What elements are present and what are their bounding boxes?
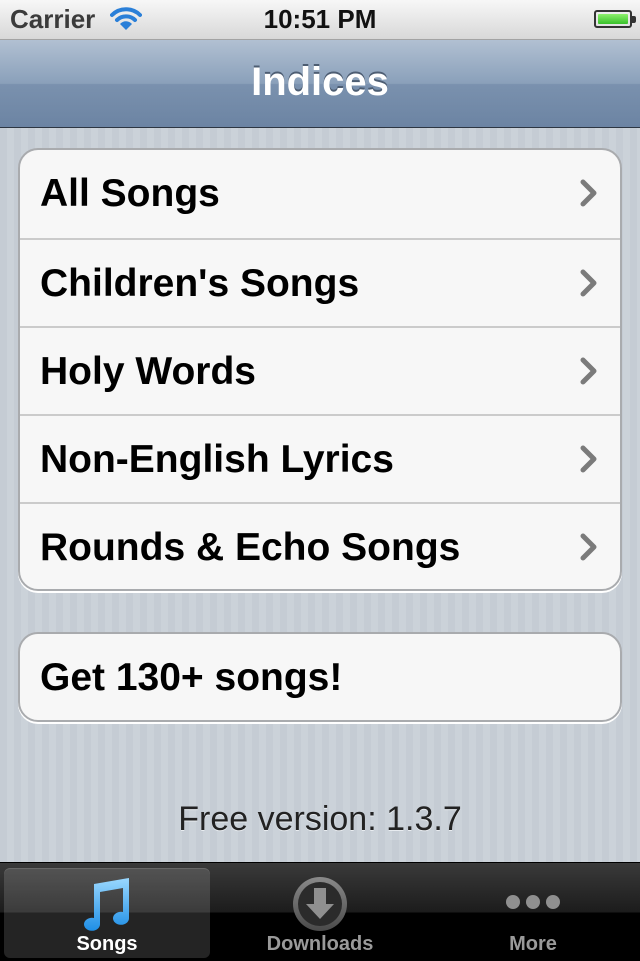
music-note-icon <box>84 878 130 931</box>
version-label: Free version: 1.3.7 <box>178 800 462 838</box>
tab-more[interactable]: More <box>430 868 636 958</box>
list-item-label: All Songs <box>40 172 220 215</box>
tab-bar: Songs Downloads More <box>0 862 640 961</box>
list-item-label: Rounds & Echo Songs <box>40 526 461 569</box>
battery-icon <box>594 10 636 28</box>
get-more-songs-button[interactable]: Get 130+ songs! <box>20 634 620 720</box>
list-item-childrens-songs[interactable]: Children's Songs <box>20 238 620 326</box>
status-bar: Carrier 10:51 PM <box>0 0 640 40</box>
chevron-right-icon <box>580 179 597 207</box>
download-icon <box>293 877 347 931</box>
more-dots-icon <box>506 895 560 909</box>
list-item-holy-words[interactable]: Holy Words <box>20 326 620 414</box>
list-item-label: Children's Songs <box>40 262 360 305</box>
tab-label: More <box>509 933 557 955</box>
page-title: Indices <box>251 60 389 104</box>
chevron-right-icon <box>580 357 597 385</box>
navigation-bar: Indices <box>0 40 640 128</box>
list-item-rounds-echo-songs[interactable]: Rounds & Echo Songs <box>20 502 620 589</box>
tab-label: Downloads <box>266 933 374 955</box>
promo-list: Get 130+ songs! <box>18 632 622 722</box>
list-item-non-english-lyrics[interactable]: Non-English Lyrics <box>20 414 620 502</box>
status-time: 10:51 PM <box>263 4 377 34</box>
tab-label: Songs <box>76 933 138 955</box>
list-item-label: Non-English Lyrics <box>40 438 394 481</box>
chevron-right-icon <box>580 445 597 473</box>
chevron-right-icon <box>580 533 597 561</box>
indices-list: All Songs Children's Songs Holy Words No… <box>18 148 622 591</box>
promo-label: Get 130+ songs! <box>40 656 343 699</box>
chevron-right-icon <box>580 269 597 297</box>
list-item-label: Holy Words <box>40 350 256 393</box>
tab-downloads[interactable]: Downloads <box>217 868 423 958</box>
tab-songs[interactable]: Songs <box>4 868 210 958</box>
list-item-all-songs[interactable]: All Songs <box>20 150 620 238</box>
